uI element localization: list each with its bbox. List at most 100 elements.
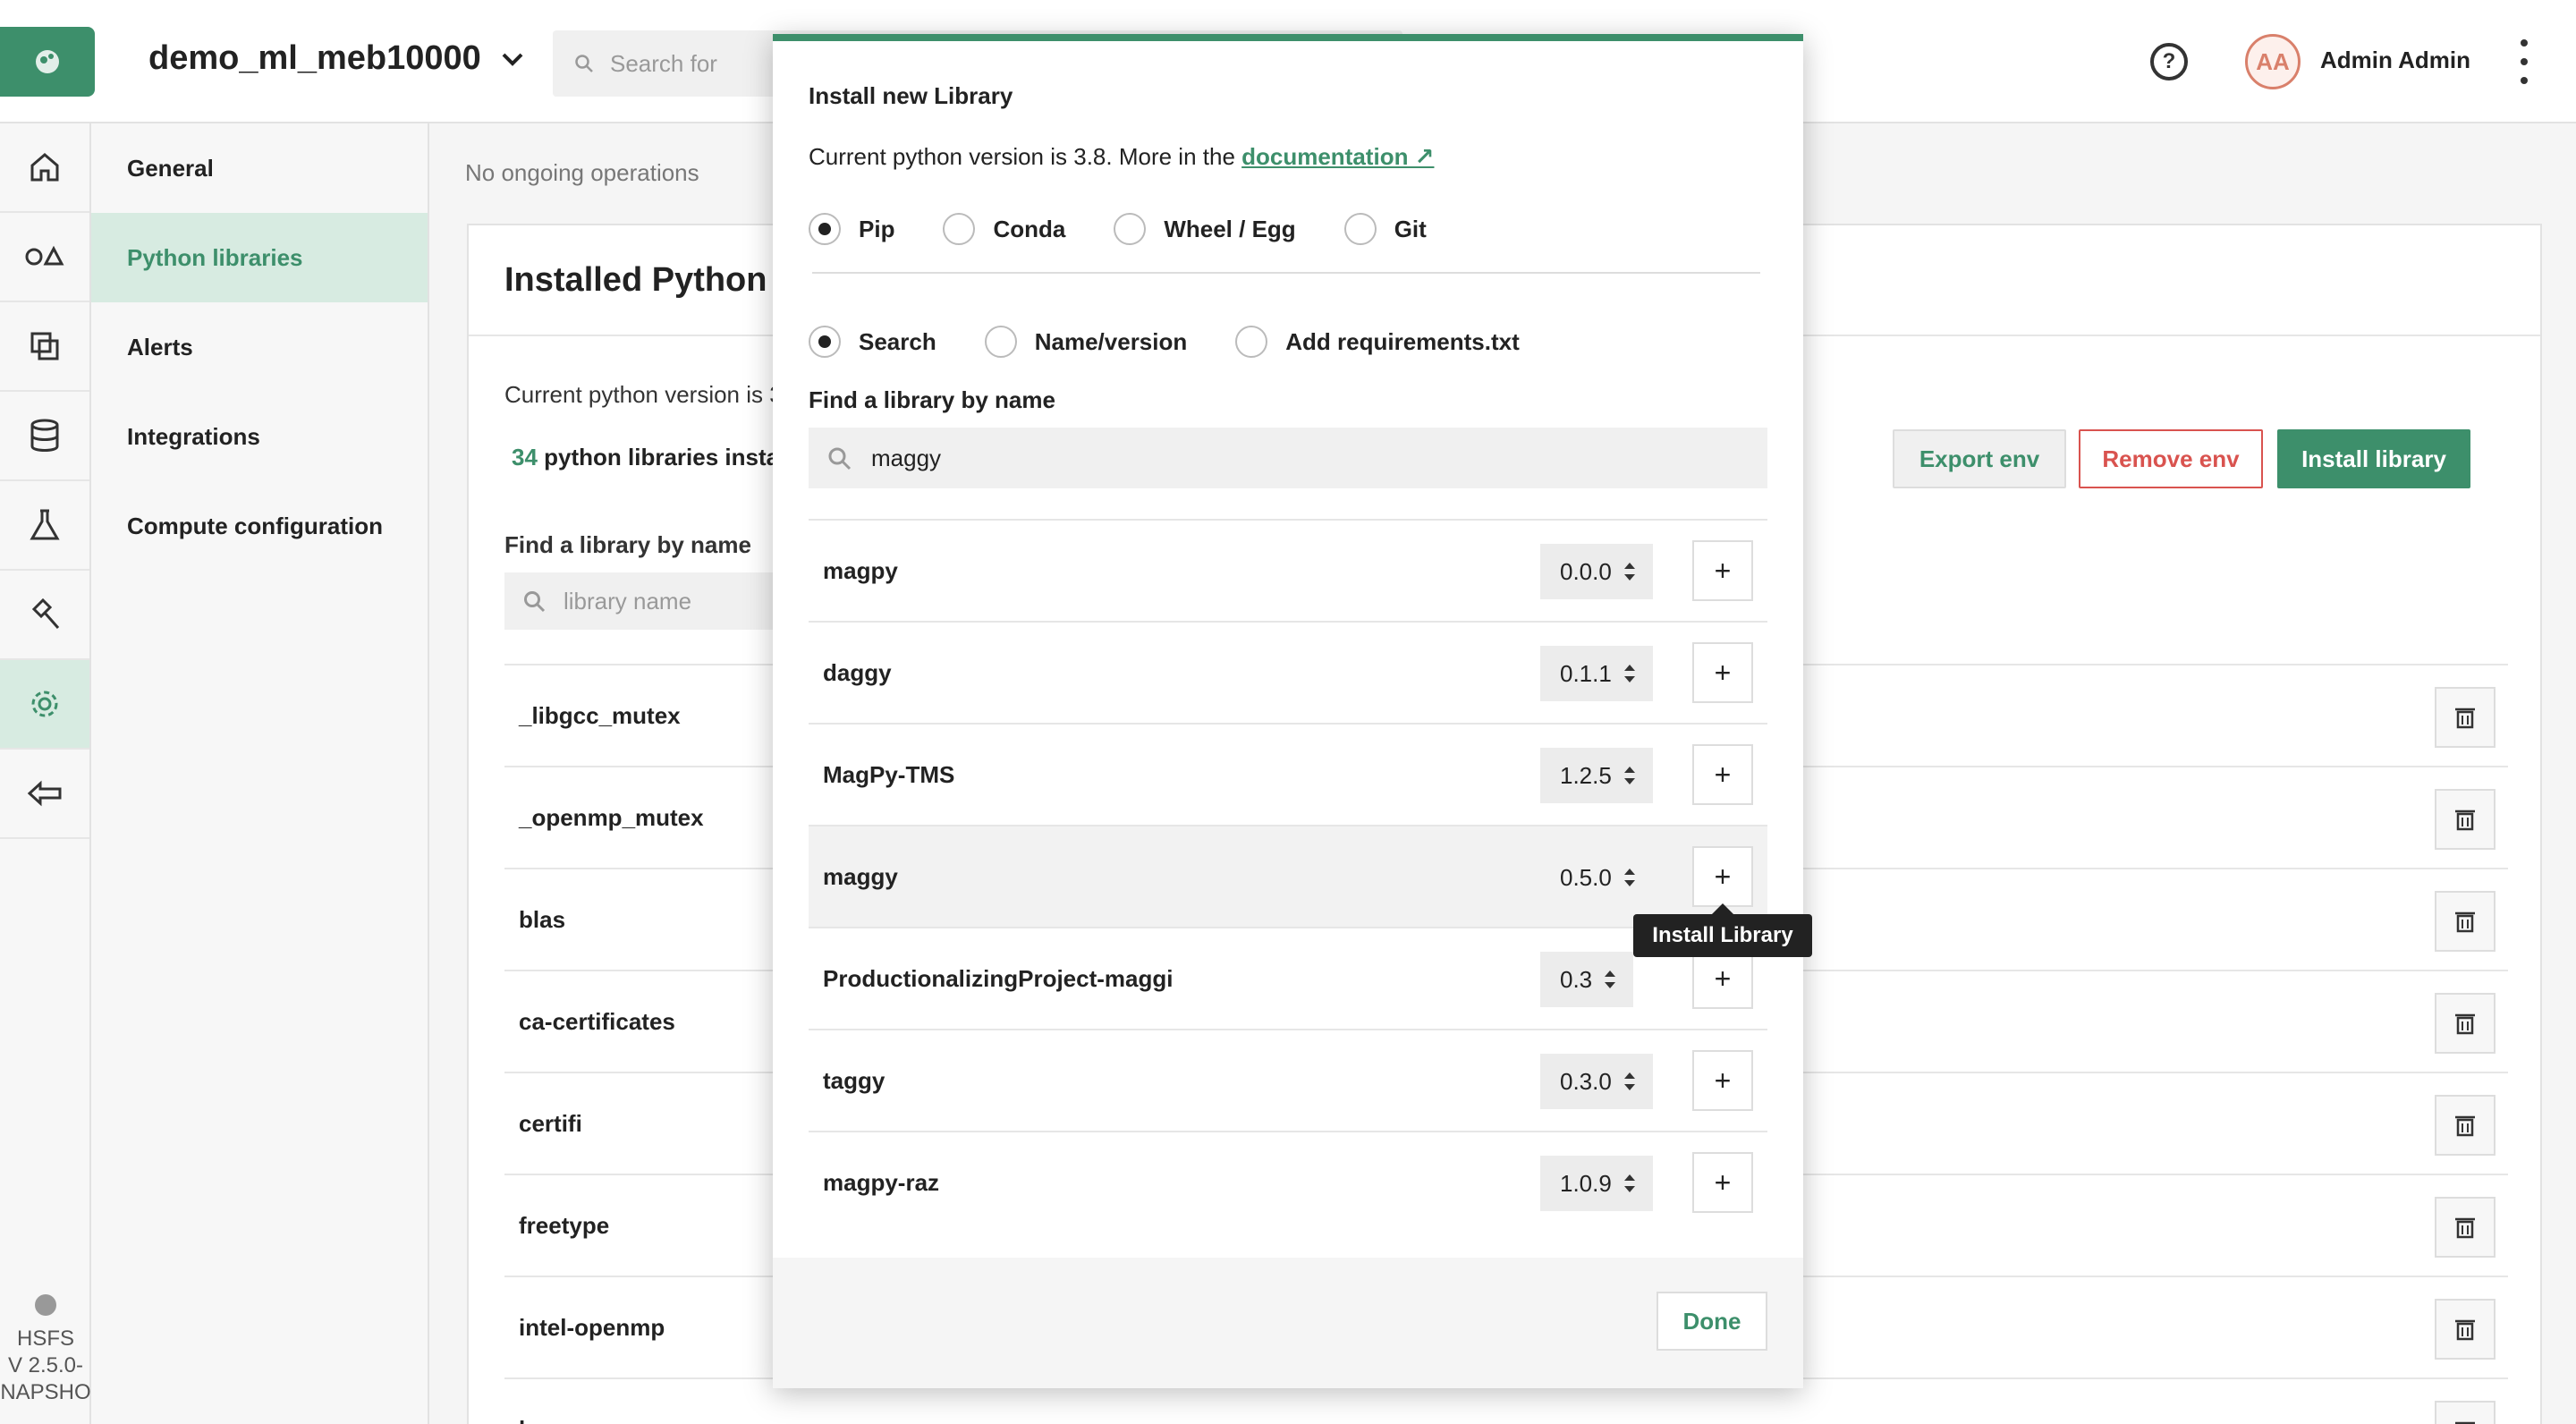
delete-library-button[interactable] <box>2435 687 2496 748</box>
radio-conda-circle[interactable] <box>943 213 976 245</box>
add-library-button[interactable]: + <box>1692 846 1753 907</box>
rail-home[interactable] <box>0 123 89 213</box>
hsfs-logo-icon <box>35 1294 56 1316</box>
radio-search[interactable]: Search <box>809 326 936 358</box>
delete-library-button[interactable] <box>2435 1401 2496 1424</box>
result-row: daggy 0.1.1 + <box>809 621 1767 723</box>
library-name: freetype <box>519 1211 610 1239</box>
radio-name-version[interactable]: Name/version <box>984 326 1187 358</box>
settings-menu: General Python libraries Alerts Integrat… <box>91 123 429 1424</box>
experiments-icon <box>30 509 60 540</box>
library-name: blas <box>519 905 566 933</box>
rail-projects[interactable] <box>0 302 89 392</box>
delete-library-button[interactable] <box>2435 1095 2496 1156</box>
chevron-down-icon <box>502 53 523 66</box>
version-select[interactable]: 0.1.1 <box>1540 646 1653 701</box>
version-select[interactable]: 0.5.0 <box>1540 850 1653 905</box>
version-select[interactable]: 0.0.0 <box>1540 544 1653 599</box>
install-library-tooltip: Install Library <box>1633 903 1812 957</box>
icon-rail: HSFS V 2.5.0- NAPSHO <box>0 123 91 1424</box>
delete-library-button[interactable] <box>2435 1197 2496 1258</box>
menu-item-integrations[interactable]: Integrations <box>91 392 428 481</box>
radio-requirements-circle[interactable] <box>1235 326 1268 358</box>
menu-item-python-libraries[interactable]: Python libraries <box>91 213 428 302</box>
export-env-button[interactable]: Export env <box>1893 429 2066 488</box>
trash-icon <box>2455 911 2475 933</box>
search-icon <box>575 55 593 72</box>
logo-icon <box>36 50 59 73</box>
rail-tools[interactable] <box>0 571 89 660</box>
more-menu-icon[interactable] <box>2515 39 2533 84</box>
menu-item-general[interactable]: General <box>91 123 428 213</box>
library-name: _openmp_mutex <box>519 803 704 831</box>
radio-wheel-egg-label: Wheel / Egg <box>1164 215 1296 242</box>
add-library-button[interactable]: + <box>1692 540 1753 601</box>
version-select[interactable]: 1.2.5 <box>1540 748 1653 803</box>
version-value: 0.3 <box>1560 965 1593 993</box>
sort-arrows-icon <box>1623 665 1635 682</box>
feature-store-icon <box>25 245 64 266</box>
delete-library-button[interactable] <box>2435 891 2496 952</box>
radio-search-circle[interactable] <box>809 326 841 358</box>
tools-icon <box>31 598 60 629</box>
version-value: 0.1.1 <box>1560 659 1612 687</box>
result-name: taggy <box>823 1066 886 1094</box>
radio-requirements[interactable]: Add requirements.txt <box>1235 326 1520 358</box>
trash-icon <box>2455 1319 2475 1341</box>
radio-git[interactable]: Git <box>1343 213 1427 245</box>
radio-name-version-circle[interactable] <box>984 326 1017 358</box>
trash-icon <box>2455 1421 2475 1424</box>
library-name: l <box>519 1416 525 1424</box>
done-button[interactable]: Done <box>1657 1292 1767 1351</box>
add-library-button[interactable]: + <box>1692 642 1753 703</box>
project-selector[interactable]: demo_ml_meb10000 <box>148 39 524 78</box>
modal-search-value: maggy <box>871 444 942 471</box>
delete-library-button[interactable] <box>2435 1299 2496 1360</box>
hopsworks-logo[interactable] <box>0 27 95 97</box>
result-row: maggy 0.5.0 + <box>809 825 1767 927</box>
avatar[interactable]: AA <box>2245 34 2301 89</box>
rail-feature-store[interactable] <box>0 213 89 302</box>
version-info: HSFS V 2.5.0- NAPSHO <box>0 1292 91 1406</box>
radio-wheel-egg-circle[interactable] <box>1114 213 1147 245</box>
delete-library-button[interactable] <box>2435 993 2496 1054</box>
modal-search-input[interactable]: maggy <box>809 428 1767 488</box>
rail-experiments[interactable] <box>0 481 89 571</box>
radio-conda[interactable]: Conda <box>943 213 1065 245</box>
version-select[interactable]: 1.0.9 <box>1540 1156 1653 1211</box>
menu-item-compute-configuration[interactable]: Compute configuration <box>91 481 428 571</box>
trash-icon <box>2455 1115 2475 1137</box>
sort-arrows-icon <box>1623 767 1635 784</box>
user-name[interactable]: Admin Admin <box>2320 47 2470 74</box>
version-line-2: V 2.5.0- <box>7 1353 84 1377</box>
modal-version-text: Current python version is 3.8. More in t… <box>809 143 1242 170</box>
delete-library-button[interactable] <box>2435 789 2496 850</box>
rail-data[interactable] <box>0 392 89 481</box>
home-icon <box>30 153 59 182</box>
modal-python-version: Current python version is 3.8. More in t… <box>809 143 1434 171</box>
source-radio-group: Pip Conda Wheel / Egg Git <box>809 213 1475 245</box>
rail-settings[interactable] <box>0 660 89 750</box>
install-library-button[interactable]: Install library <box>2277 429 2470 488</box>
version-select[interactable]: 0.3 <box>1540 952 1634 1007</box>
sort-arrows-icon <box>1623 563 1635 581</box>
radio-pip-circle[interactable] <box>809 213 841 245</box>
rail-back[interactable] <box>0 750 89 839</box>
radio-wheel-egg[interactable]: Wheel / Egg <box>1114 213 1296 245</box>
documentation-link[interactable]: documentation ↗ <box>1241 143 1434 170</box>
radio-pip[interactable]: Pip <box>809 213 894 245</box>
version-select[interactable]: 0.3.0 <box>1540 1054 1653 1109</box>
add-library-button[interactable]: + <box>1692 1050 1753 1111</box>
result-name: MagPy-TMS <box>823 760 955 788</box>
add-library-button[interactable]: + <box>1692 744 1753 805</box>
search-icon <box>524 591 546 613</box>
search-icon <box>828 447 852 470</box>
help-icon[interactable]: ? <box>2150 43 2188 81</box>
menu-item-alerts[interactable]: Alerts <box>91 302 428 392</box>
add-library-button[interactable]: + <box>1692 948 1753 1009</box>
remove-env-button[interactable]: Remove env <box>2079 429 2263 488</box>
installed-label: python libraries install <box>537 444 792 470</box>
find-library-label: Find a library by name <box>504 531 751 558</box>
add-library-button[interactable]: + <box>1692 1152 1753 1213</box>
radio-git-circle[interactable] <box>1343 213 1377 245</box>
